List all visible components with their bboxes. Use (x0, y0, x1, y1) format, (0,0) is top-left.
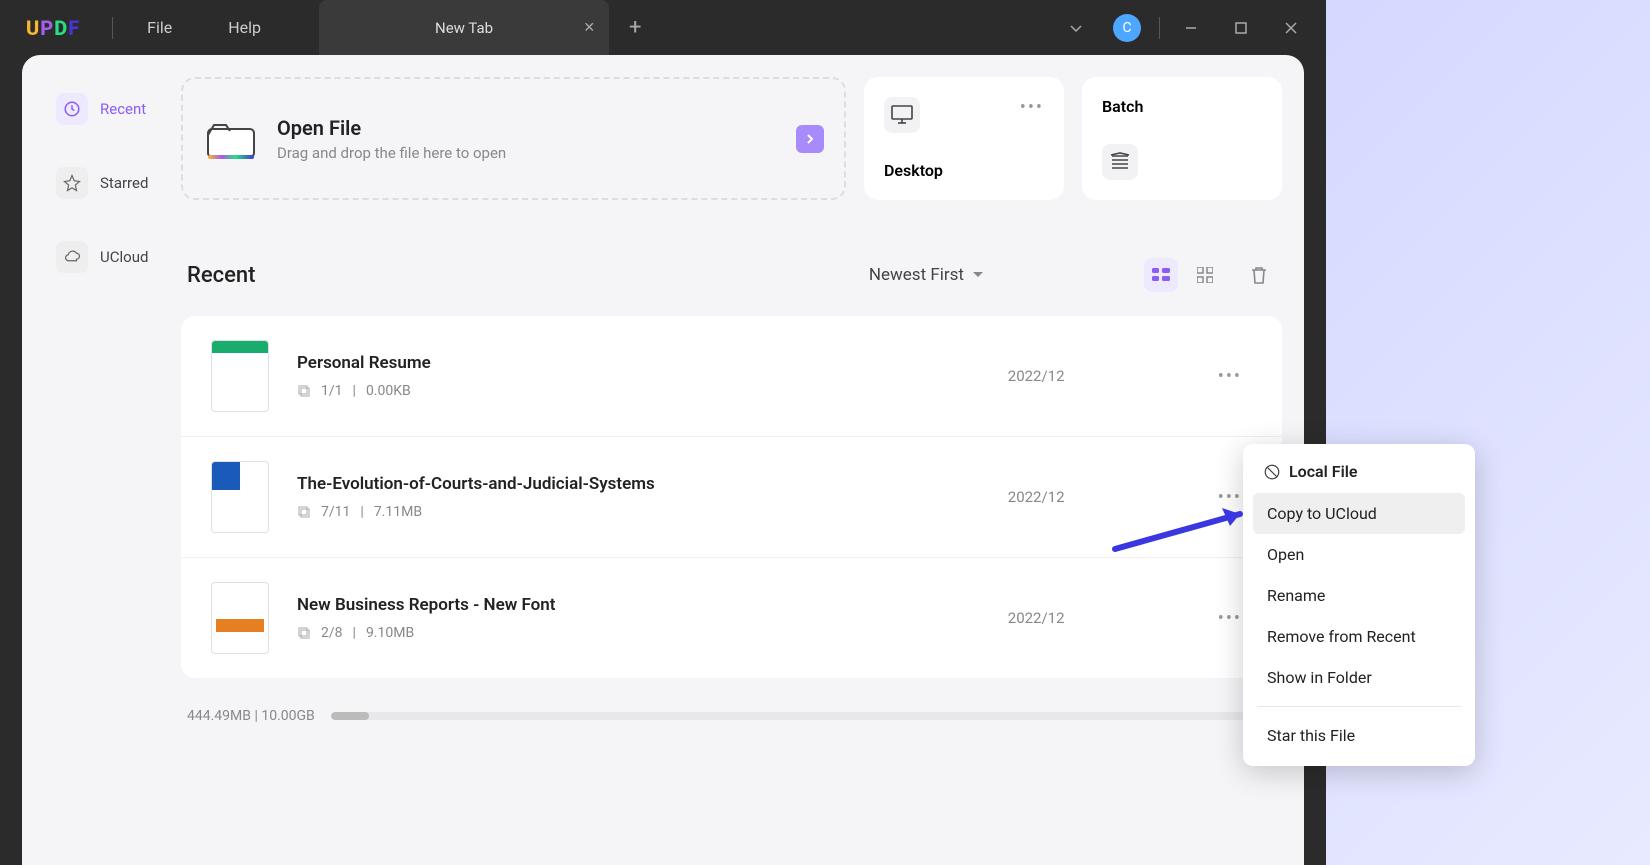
file-date: 2022/12 (1008, 609, 1208, 627)
cloud-icon (56, 241, 88, 273)
close-icon[interactable] (1266, 8, 1316, 48)
top-cards: Open File Drag and drop the file here to… (181, 77, 1282, 200)
file-size: 7.11MB (374, 504, 422, 520)
window-controls: C (1051, 8, 1326, 48)
desktop-card[interactable]: ••• Desktop (864, 77, 1064, 200)
copy-icon (297, 626, 311, 640)
ctx-open[interactable]: Open (1253, 534, 1465, 575)
list-view-icon[interactable] (1144, 258, 1178, 292)
separator (112, 17, 113, 39)
menu-file[interactable]: File (119, 18, 200, 37)
sidebar-item-starred[interactable]: Starred (44, 157, 169, 209)
file-info: The-Evolution-of-Courts-and-Judicial-Sys… (297, 474, 1008, 520)
file-thumbnail (211, 340, 269, 412)
content-area: Recent Starred UCloud (22, 55, 1304, 865)
file-more-icon[interactable]: ••• (1208, 366, 1252, 387)
open-file-text: Open File Drag and drop the file here to… (277, 116, 506, 162)
sort-dropdown[interactable]: Newest First (869, 265, 984, 285)
sidebar-item-label: UCloud (100, 248, 148, 266)
desktop-label: Desktop (884, 161, 943, 180)
ctx-copy-to-ucloud[interactable]: Copy to UCloud (1253, 493, 1465, 534)
file-thumbnail (211, 582, 269, 654)
storage-bar: 444.49MB | 10.00GB (181, 708, 1282, 744)
file-row[interactable]: New Business Reports - New Font 2/8 | 9.… (181, 558, 1282, 678)
more-icon[interactable]: ••• (1020, 97, 1044, 118)
dropdown-icon[interactable] (1051, 8, 1101, 48)
file-row[interactable]: Personal Resume 1/1 | 0.00KB 2022/12 ••• (181, 316, 1282, 437)
file-pages: 1/1 (321, 383, 343, 399)
view-toggle (1144, 258, 1222, 292)
sidebar-item-recent[interactable]: Recent (44, 83, 169, 135)
open-file-card[interactable]: Open File Drag and drop the file here to… (181, 77, 846, 200)
titlebar: UPDF File Help New Tab ✕ + C (0, 0, 1326, 55)
file-name: The-Evolution-of-Courts-and-Judicial-Sys… (297, 474, 1008, 494)
clock-icon (56, 93, 88, 125)
context-menu: Local File Copy to UCloud Open Rename Re… (1243, 444, 1475, 766)
app-window: UPDF File Help New Tab ✕ + C (0, 0, 1326, 865)
file-size: 0.00KB (366, 383, 411, 399)
recent-header: Recent Newest First (181, 258, 1282, 292)
batch-card[interactable]: Batch (1082, 77, 1282, 200)
grid-view-icon[interactable] (1188, 258, 1222, 292)
ctx-star-file[interactable]: Star this File (1253, 715, 1465, 756)
app-logo: UPDF (0, 16, 106, 40)
chevron-down-icon (972, 270, 984, 280)
file-row[interactable]: The-Evolution-of-Courts-and-Judicial-Sys… (181, 437, 1282, 558)
folder-icon (203, 111, 259, 167)
sort-label: Newest First (869, 265, 964, 285)
open-file-title: Open File (277, 116, 506, 140)
file-info: New Business Reports - New Font 2/8 | 9.… (297, 595, 1008, 641)
ctx-rename[interactable]: Rename (1253, 575, 1465, 616)
copy-icon (297, 505, 311, 519)
desktop-icon (884, 97, 920, 133)
tab-close-icon[interactable]: ✕ (583, 20, 595, 36)
storage-text: 444.49MB | 10.00GB (187, 708, 315, 724)
batch-label: Batch (1102, 97, 1143, 116)
file-name: New Business Reports - New Font (297, 595, 1008, 615)
stack-icon (1102, 144, 1138, 180)
file-list: Personal Resume 1/1 | 0.00KB 2022/12 ••• (181, 316, 1282, 678)
sidebar-item-ucloud[interactable]: UCloud (44, 231, 169, 283)
no-sync-icon (1263, 463, 1281, 481)
chevron-right-icon[interactable] (796, 125, 824, 153)
star-icon (56, 167, 88, 199)
file-pages: 2/8 (321, 625, 343, 641)
sidebar-item-label: Recent (100, 100, 146, 118)
file-thumbnail (211, 461, 269, 533)
file-date: 2022/12 (1008, 367, 1208, 385)
file-size: 9.10MB (366, 625, 414, 641)
separator (1159, 17, 1160, 39)
main-panel: Open File Drag and drop the file here to… (169, 55, 1304, 865)
maximize-icon[interactable] (1216, 8, 1266, 48)
ctx-remove-recent[interactable]: Remove from Recent (1253, 616, 1465, 657)
file-name: Personal Resume (297, 353, 1008, 373)
file-info: Personal Resume 1/1 | 0.00KB (297, 353, 1008, 399)
sidebar: Recent Starred UCloud (22, 55, 169, 865)
context-menu-header: Local File (1253, 454, 1465, 493)
sidebar-item-label: Starred (100, 174, 148, 192)
file-pages: 7/11 (321, 504, 350, 520)
minimize-icon[interactable] (1166, 8, 1216, 48)
ctx-show-folder[interactable]: Show in Folder (1253, 657, 1465, 698)
tab-title: New Tab (435, 19, 493, 37)
file-date: 2022/12 (1008, 488, 1208, 506)
tab-add-icon[interactable]: + (629, 15, 641, 40)
menu-help[interactable]: Help (200, 18, 289, 37)
tab-new[interactable]: New Tab ✕ (319, 0, 609, 55)
trash-icon[interactable] (1242, 258, 1276, 292)
avatar[interactable]: C (1113, 14, 1141, 42)
recent-heading: Recent (187, 263, 255, 288)
copy-icon (297, 384, 311, 398)
divider (1257, 706, 1461, 707)
open-file-subtitle: Drag and drop the file here to open (277, 144, 506, 162)
storage-progress (331, 712, 1276, 720)
